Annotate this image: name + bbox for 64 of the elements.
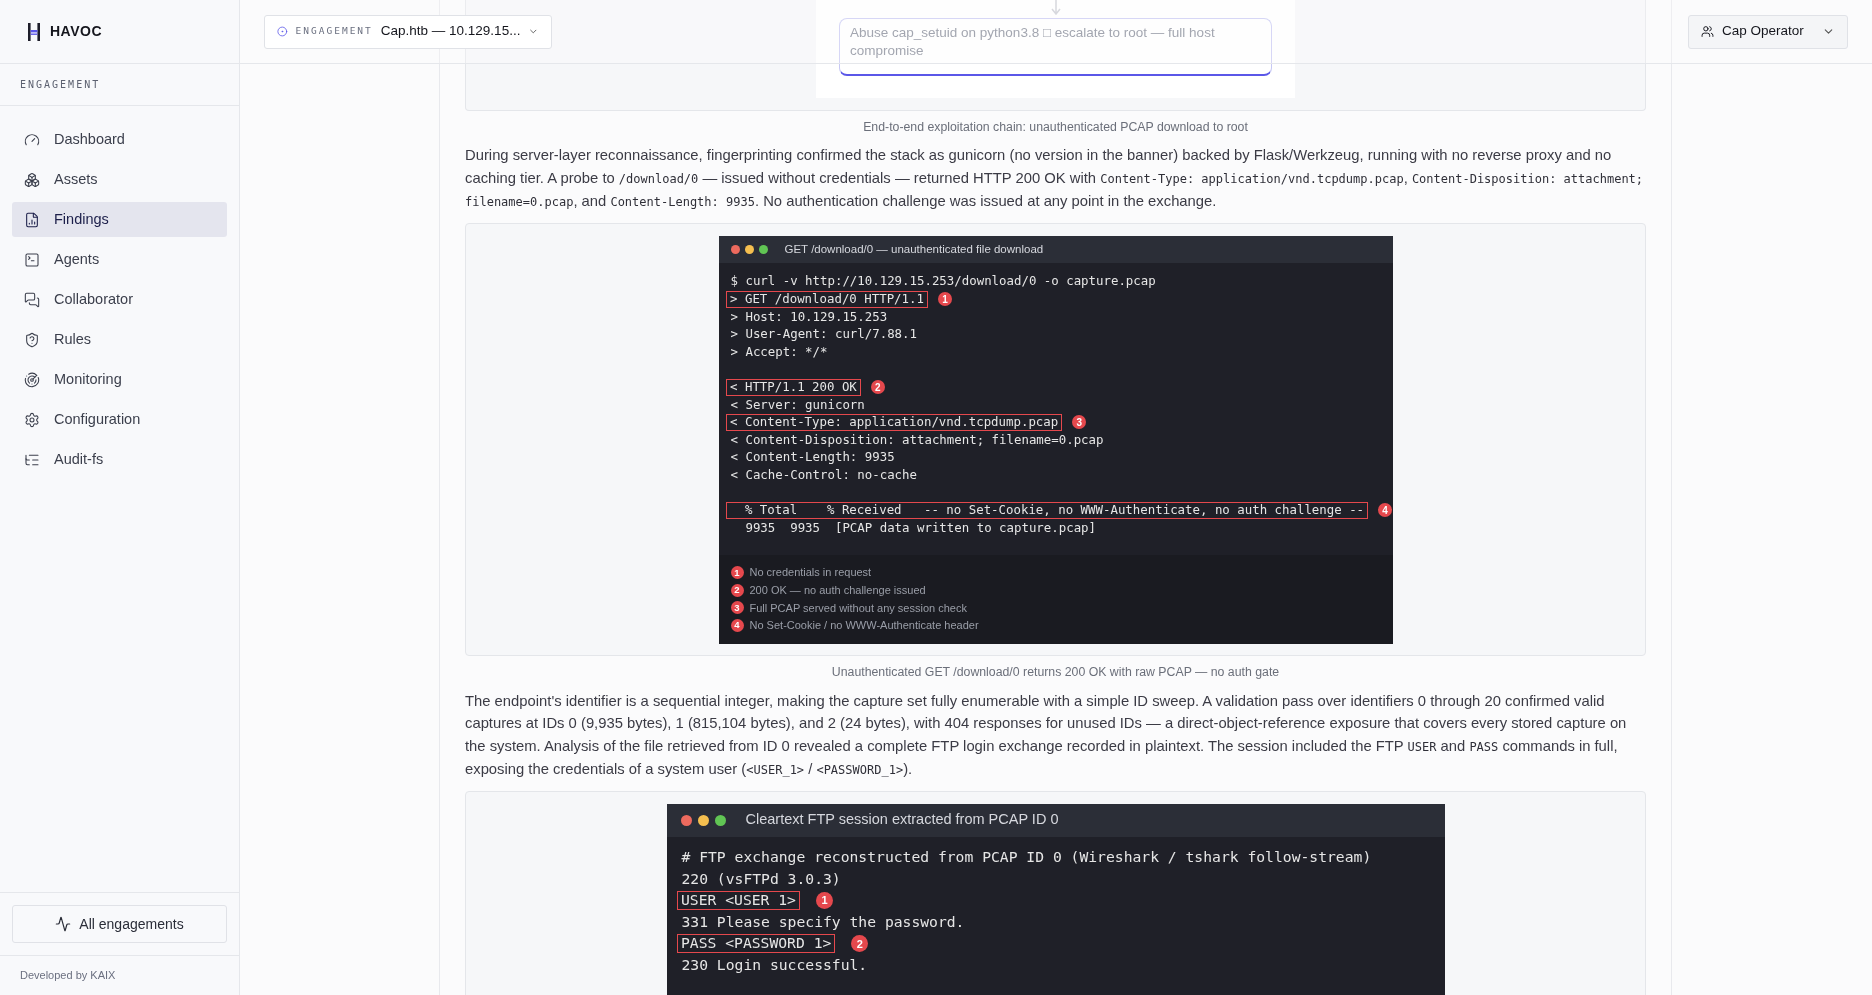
callout-badge: 3 bbox=[1072, 415, 1087, 430]
brand-name: HAVOC bbox=[50, 22, 103, 41]
settings-icon bbox=[24, 411, 40, 428]
terminal-line: < Content-Disposition: attachment; filename=0.pcap bbox=[730, 430, 1104, 449]
terminal-line: < Server: gunicorn bbox=[730, 395, 865, 414]
terminal-title: GET /download/0 — unauthenticated file download bbox=[784, 241, 1044, 257]
callout-badge: 1 bbox=[730, 566, 744, 580]
callout-badge: 3 bbox=[730, 601, 744, 615]
footer-text: Developed by KAIX bbox=[20, 968, 116, 984]
nav-item[interactable]: Monitoring bbox=[12, 362, 227, 397]
terminal-line: 230 Login successful. bbox=[681, 955, 868, 976]
terminal-icon bbox=[24, 251, 40, 268]
paragraph: The endpoint's identifier is a sequential integer, making the capture set fully enumerable with a simple ID sweep. A validation pass over identifiers 0 through 20 confirmed valid captures at IDs 0 (9,935 bytes), 1 (815,104 bytes), and 2 (24 bytes), with 404 responses for unused IDs — a direct-object-reference exposure that covers every stored capture on the system. Analysis of the file retrieved from ID 0 revealed a complete FTP login exchange recorded in plaintext. The session included the FTP USER and PASS commands in full, exposing the credentials of a system user (<USER_1> / <PASSWORD_1>). bbox=[465, 691, 1628, 780]
nav-item[interactable]: Collaborator bbox=[12, 282, 227, 317]
nav-item[interactable]: Audit-fs bbox=[12, 442, 227, 477]
file-chart-icon bbox=[24, 211, 40, 228]
legend-text: 200 OK — no auth challenge issued bbox=[749, 583, 926, 598]
terminal-line: > User-Agent: curl/7.88.1 bbox=[730, 325, 917, 344]
radar-icon bbox=[24, 371, 40, 388]
nav-item[interactable]: Configuration bbox=[12, 402, 227, 437]
callout-badge: 1 bbox=[815, 892, 833, 910]
chat-icon bbox=[24, 291, 40, 308]
logo-icon bbox=[28, 22, 40, 41]
callout-badge: 4 bbox=[1378, 503, 1393, 518]
engagement-label: ENGAGEMENT bbox=[295, 24, 373, 39]
nav-item[interactable]: Dashboard bbox=[12, 122, 227, 157]
terminal-line: < Content-Length: 9935 bbox=[730, 448, 895, 467]
terminal-title: Cleartext FTP session extracted from PCAP ID 0 bbox=[745, 810, 1059, 830]
engagement-value: Cap.htb — 10.129.15... bbox=[380, 22, 521, 41]
activity-icon bbox=[55, 916, 72, 932]
engagement-select[interactable]: ENGAGEMENT Cap.htb — 10.129.15... bbox=[264, 14, 552, 49]
users-icon bbox=[1701, 25, 1714, 38]
callout-badge: 2 bbox=[870, 380, 885, 395]
callout-badge: 2 bbox=[730, 583, 744, 597]
terminal-line: 220 (vsFTPd 3.0.3) bbox=[681, 869, 841, 890]
boxes-icon bbox=[24, 171, 40, 188]
all-engagements-button[interactable]: All engagements bbox=[12, 905, 227, 943]
callout-badge: 2 bbox=[851, 935, 869, 953]
section-label: ENGAGEMENT bbox=[20, 78, 101, 92]
operator-menu[interactable]: Cap Operator bbox=[1688, 14, 1848, 49]
terminal-line: < Cache-Control: no-cache bbox=[730, 465, 917, 484]
nav-item[interactable]: Findings bbox=[12, 202, 227, 237]
terminal-line: 331 Please specify the password. bbox=[681, 912, 965, 933]
callout-badge: 1 bbox=[937, 292, 952, 307]
flow-node: Abuse cap_setuid on python3.8 □ escalate to root — full host compromise bbox=[839, 18, 1272, 76]
legend-text: No credentials in request bbox=[749, 565, 872, 581]
legend-text: No Set-Cookie / no WWW-Authenticate header bbox=[749, 618, 979, 634]
shield-icon bbox=[24, 331, 40, 348]
paragraph: During server-layer reconnaissance, fingerprinting confirmed the stack as gunicorn (no version in the banner) backed by Flask/Werkzeug, running with no reverse proxy and no caching tier. A probe to /download/0 — issued without credentials — returned HTTP 200 OK with Content-Type: application/vnd.tcpdump.pcap, Content-Disposition: attachment; filename=0.pcap, and Content-Length: 9935. No authentication challenge was issued at any point in the exchange. bbox=[465, 146, 1645, 212]
terminal-line: > Accept: */* bbox=[730, 342, 828, 361]
nav-item[interactable]: Rules bbox=[12, 322, 227, 357]
terminal-line: $ curl -v http://10.129.15.253/download/0 -o capture.pcap bbox=[730, 272, 1156, 291]
terminal-line: 9935 9935 [PCAP data written to capture.pcap] bbox=[744, 518, 1097, 537]
nav-item[interactable]: Assets bbox=[12, 162, 227, 197]
gauge-icon bbox=[24, 131, 40, 148]
terminal-line: > Host: 10.129.15.253 bbox=[730, 307, 888, 326]
target-icon bbox=[277, 25, 288, 38]
arrow-icon bbox=[1050, 0, 1061, 15]
nav-item[interactable]: Agents bbox=[12, 242, 227, 277]
callout-badge: 4 bbox=[730, 618, 744, 632]
terminal-line: # FTP exchange reconstructed from PCAP ID 0 (Wireshark / tshark follow-stream) bbox=[681, 847, 1372, 868]
legend-text: Full PCAP served without any session check bbox=[749, 600, 967, 616]
figure-caption: End-to-end exploitation chain: unauthenticated PCAP download to root bbox=[862, 119, 1249, 136]
figure-caption: Unauthenticated GET /download/0 returns 200 OK with raw PCAP — no auth gate bbox=[830, 664, 1281, 682]
